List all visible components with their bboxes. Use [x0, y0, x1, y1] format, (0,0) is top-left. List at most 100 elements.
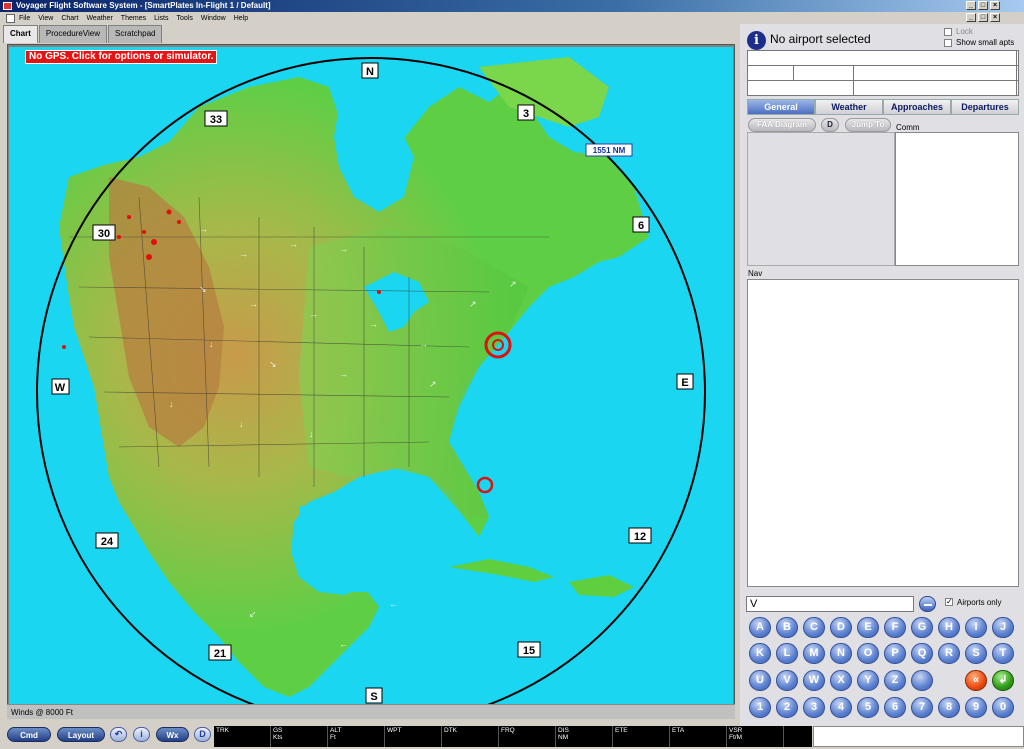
key-t[interactable]: T: [992, 643, 1014, 664]
key-p[interactable]: P: [884, 643, 906, 664]
faa-diagram-button[interactable]: FAA Diagram: [748, 118, 816, 132]
key-v[interactable]: V: [776, 670, 798, 691]
key-1[interactable]: 1: [749, 697, 771, 718]
airports-only-checkbox[interactable]: ✓: [945, 598, 953, 606]
airport-title: No airport selected: [770, 32, 871, 46]
minimize-button[interactable]: _: [966, 1, 976, 10]
lock-checkbox[interactable]: [944, 28, 952, 36]
menu-file[interactable]: File: [19, 15, 30, 22]
info-cell: [1016, 65, 1019, 81]
tab-chart[interactable]: Chart: [3, 25, 38, 43]
key-6[interactable]: 6: [884, 697, 906, 718]
key-l[interactable]: L: [776, 643, 798, 664]
gps-status-banner[interactable]: No GPS. Click for options or simulator.: [25, 50, 218, 64]
key-n[interactable]: N: [830, 643, 852, 664]
key-9[interactable]: 9: [965, 697, 987, 718]
key-q[interactable]: Q: [911, 643, 933, 664]
menu-weather[interactable]: Weather: [86, 15, 112, 22]
svg-text:→: →: [249, 299, 258, 309]
navdata-ete-label: ETE: [615, 727, 628, 734]
key-i[interactable]: I: [965, 617, 987, 638]
airport-search-input[interactable]: [746, 596, 914, 612]
key-4[interactable]: 4: [830, 697, 852, 718]
view-tabs: Chart ProcedureView Scratchpad: [3, 25, 163, 43]
menu-themes[interactable]: Themes: [121, 15, 146, 22]
key-u[interactable]: U: [749, 670, 771, 691]
menu-help[interactable]: Help: [234, 15, 248, 22]
layout-button[interactable]: Layout: [57, 727, 105, 742]
child-minimize-button[interactable]: _: [966, 13, 976, 22]
key-k[interactable]: K: [749, 643, 771, 664]
key-w[interactable]: W: [803, 670, 825, 691]
cmd-button[interactable]: Cmd: [7, 727, 51, 742]
svg-text:↘: ↘: [269, 359, 277, 369]
comm-label: Comm: [896, 123, 920, 132]
key-c[interactable]: C: [803, 617, 825, 638]
enter-key[interactable]: ↲: [992, 670, 1014, 691]
key-h[interactable]: H: [938, 617, 960, 638]
key-8[interactable]: 8: [938, 697, 960, 718]
wx-button[interactable]: Wx: [156, 727, 189, 742]
menu-lists[interactable]: Lists: [154, 15, 168, 22]
svg-text:→: →: [419, 339, 428, 349]
navdata-trk-label: TRK: [216, 727, 229, 734]
menu-chart[interactable]: Chart: [61, 15, 78, 22]
key-o[interactable]: O: [857, 643, 879, 664]
key-e[interactable]: E: [857, 617, 879, 638]
key-0[interactable]: 0: [992, 697, 1014, 718]
child-restore-button[interactable]: □: [978, 13, 988, 22]
app-window: Voyager Flight Software System - [SmartP…: [0, 0, 1024, 749]
tab-weather[interactable]: Weather: [815, 99, 883, 115]
tab-approaches[interactable]: Approaches: [883, 99, 951, 115]
show-small-apts-label: Show small apts: [956, 38, 1015, 47]
info-cell: [747, 50, 1017, 66]
info-button-icon[interactable]: i: [133, 727, 150, 742]
key-space[interactable]: [911, 670, 933, 691]
moving-map[interactable]: →→→ →↘→ →→→ ↓↘→ ↗↗↗ ↓↓↓ ←←↙ N E S W 3 6 …: [9, 47, 733, 705]
backspace-key[interactable]: «: [965, 670, 987, 691]
key-2[interactable]: 2: [776, 697, 798, 718]
menu-view[interactable]: View: [38, 15, 53, 22]
key-r[interactable]: R: [938, 643, 960, 664]
direct-to-icon[interactable]: D: [194, 727, 211, 742]
key-b[interactable]: B: [776, 617, 798, 638]
heading-3-label: 3: [523, 108, 529, 120]
key-7[interactable]: 7: [911, 697, 933, 718]
menu-window[interactable]: Window: [201, 15, 226, 22]
tab-scratchpad[interactable]: Scratchpad: [108, 25, 163, 43]
key-y[interactable]: Y: [857, 670, 879, 691]
nav-label: Nav: [748, 269, 763, 278]
navdata-eta: ETA: [670, 726, 727, 747]
document-icon[interactable]: [6, 13, 15, 23]
tab-procedureview[interactable]: ProcedureView: [38, 25, 107, 43]
child-close-button[interactable]: ×: [990, 13, 1000, 22]
tab-general[interactable]: General: [747, 99, 815, 115]
undo-icon[interactable]: ↶: [110, 727, 127, 742]
menu-tools[interactable]: Tools: [177, 15, 193, 22]
key-x[interactable]: X: [830, 670, 852, 691]
info-icon[interactable]: i: [747, 31, 766, 50]
key-g[interactable]: G: [911, 617, 933, 638]
svg-text:↗: ↗: [429, 379, 437, 389]
compass-s-label: S: [370, 691, 377, 703]
close-button[interactable]: ×: [990, 1, 1000, 10]
maximize-button[interactable]: □: [978, 1, 988, 10]
key-m[interactable]: M: [803, 643, 825, 664]
search-clear-button[interactable]: [919, 596, 936, 612]
svg-text:↗: ↗: [509, 279, 517, 289]
key-3[interactable]: 3: [803, 697, 825, 718]
key-a[interactable]: A: [749, 617, 771, 638]
svg-text:→: →: [199, 224, 208, 234]
key-s[interactable]: S: [965, 643, 987, 664]
direct-to-small-icon[interactable]: D: [821, 118, 839, 132]
key-5[interactable]: 5: [857, 697, 879, 718]
key-j[interactable]: J: [992, 617, 1014, 638]
tab-departures[interactable]: Departures: [951, 99, 1019, 115]
key-d[interactable]: D: [830, 617, 852, 638]
show-small-apts-checkbox[interactable]: [944, 39, 952, 47]
key-f[interactable]: F: [884, 617, 906, 638]
jump-to-button[interactable]: Jump To: [845, 118, 891, 132]
key-z[interactable]: Z: [884, 670, 906, 691]
svg-text:↙: ↙: [249, 609, 257, 619]
navdata-vsr: VSR Ft/M: [727, 726, 784, 747]
